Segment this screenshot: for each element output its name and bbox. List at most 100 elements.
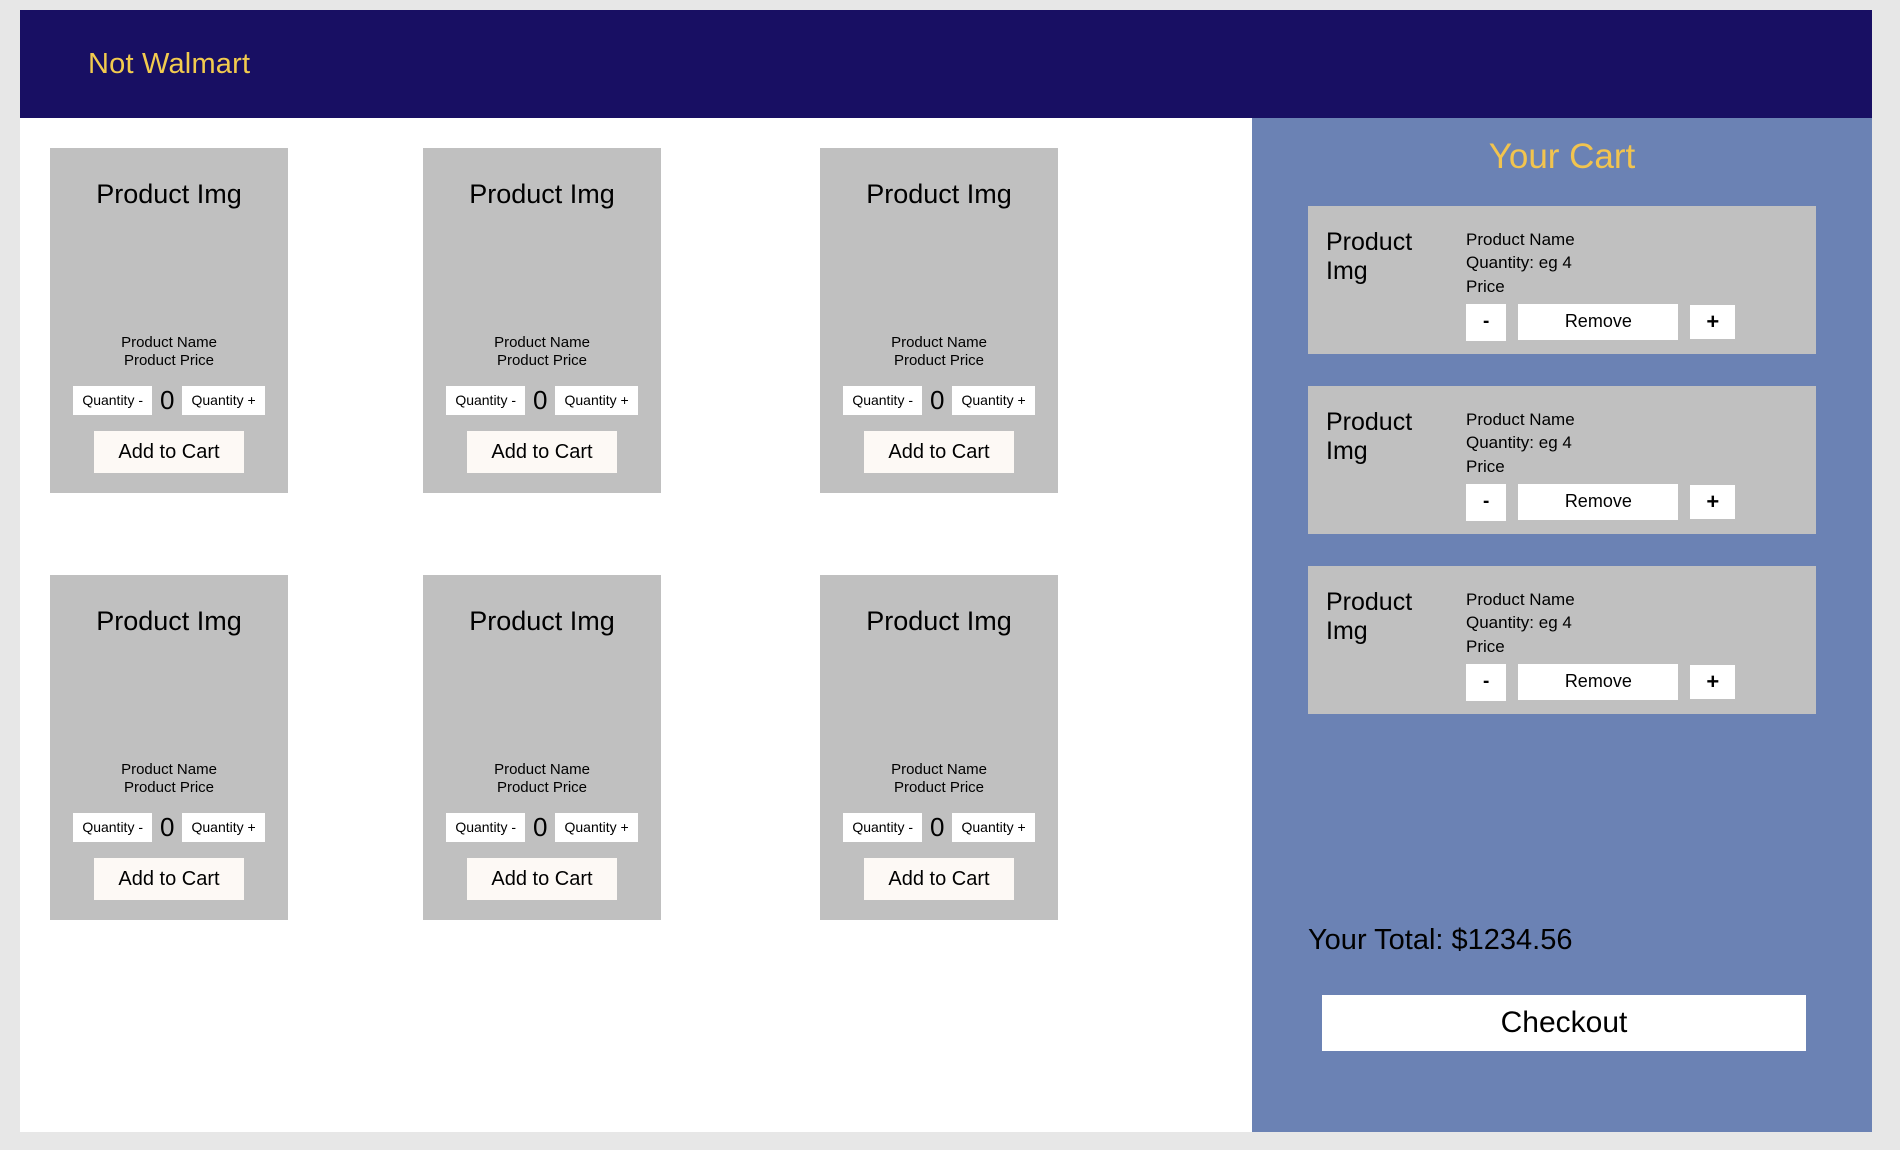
add-to-cart-button[interactable]: Add to Cart [94, 431, 244, 473]
product-name: Product Name [891, 761, 987, 778]
add-to-cart-wrapper: Add to Cart [820, 431, 1058, 473]
product-price: Product Price [496, 778, 588, 796]
site-header: Not Walmart [20, 10, 1872, 118]
product-name: Product Name [494, 761, 590, 778]
product-image-placeholder: Product Img [866, 606, 1012, 636]
quantity-decrement-button[interactable]: Quantity - [73, 813, 153, 842]
product-card[interactable]: Product Img Product Name Product Price Q… [423, 575, 661, 920]
cart-item-quantity: Quantity: eg 4 [1466, 253, 1572, 273]
add-to-cart-button[interactable]: Add to Cart [94, 858, 244, 900]
quantity-stepper: Quantity - 0 Quantity + [423, 386, 661, 415]
product-card[interactable]: Product Img Product Name Product Price Q… [50, 575, 288, 920]
cart-item-image-placeholder: Product Img [1326, 228, 1413, 285]
cart-item-details: Product Name Quantity: eg 4 Price - Remo… [1436, 386, 1816, 521]
cart-total: Your Total: $1234.56 [1308, 924, 1573, 956]
product-image-placeholder: Product Img [866, 179, 1012, 209]
product-card[interactable]: Product Img Product Name Product Price Q… [820, 575, 1058, 920]
product-price: Product Price [123, 778, 215, 796]
cart-remove-button[interactable]: Remove [1518, 664, 1679, 701]
cart-item-actions: - Remove + [1466, 303, 1816, 341]
product-image-placeholder: Product Img [469, 606, 615, 636]
cart-decrement-button[interactable]: - [1466, 483, 1507, 521]
cart-item-price: Price [1466, 276, 1505, 296]
quantity-increment-button[interactable]: Quantity + [555, 813, 638, 842]
add-to-cart-wrapper: Add to Cart [50, 858, 288, 900]
product-meta: Product Name Product Price [423, 334, 661, 369]
product-meta: Product Name Product Price [423, 761, 661, 796]
product-name: Product Name [494, 334, 590, 351]
quantity-decrement-button[interactable]: Quantity - [843, 386, 923, 415]
checkout-button[interactable]: Checkout [1322, 995, 1806, 1051]
cart-remove-button[interactable]: Remove [1518, 304, 1679, 341]
cart-item-price: Price [1466, 636, 1505, 656]
cart-item-image-placeholder: Product Img [1326, 408, 1413, 465]
cart-item-details: Product Name Quantity: eg 4 Price - Remo… [1436, 566, 1816, 701]
cart-item-name: Product Name [1466, 590, 1575, 609]
product-catalog: Product Img Product Name Product Price Q… [20, 118, 1252, 1132]
product-row: Product Img Product Name Product Price Q… [20, 575, 1252, 920]
add-to-cart-button[interactable]: Add to Cart [467, 431, 617, 473]
cart-item-price: Price [1466, 456, 1505, 476]
product-price: Product Price [893, 351, 985, 369]
quantity-increment-button[interactable]: Quantity + [555, 386, 638, 415]
product-image-placeholder: Product Img [96, 606, 242, 636]
quantity-value: 0 [930, 385, 945, 416]
cart-item-name: Product Name [1466, 410, 1575, 429]
product-name: Product Name [891, 334, 987, 351]
quantity-increment-button[interactable]: Quantity + [952, 813, 1035, 842]
cart-remove-button[interactable]: Remove [1518, 484, 1679, 521]
cart-item-list: Product Img Product Name Quantity: eg 4 … [1252, 206, 1872, 746]
product-meta: Product Name Product Price [820, 761, 1058, 796]
add-to-cart-wrapper: Add to Cart [423, 858, 661, 900]
cart-item-image-placeholder: Product Img [1326, 588, 1413, 645]
checkout-wrapper: Checkout [1322, 995, 1806, 1051]
product-meta: Product Name Product Price [50, 761, 288, 796]
quantity-decrement-button[interactable]: Quantity - [73, 386, 153, 415]
add-to-cart-wrapper: Add to Cart [820, 858, 1058, 900]
quantity-decrement-button[interactable]: Quantity - [446, 813, 526, 842]
page-body: Product Img Product Name Product Price Q… [20, 118, 1872, 1132]
product-name: Product Name [121, 761, 217, 778]
cart-item-details: Product Name Quantity: eg 4 Price - Remo… [1436, 206, 1816, 341]
product-card[interactable]: Product Img Product Name Product Price Q… [423, 148, 661, 493]
cart-item-name: Product Name [1466, 230, 1575, 249]
product-card[interactable]: Product Img Product Name Product Price Q… [50, 148, 288, 493]
quantity-decrement-button[interactable]: Quantity - [843, 813, 923, 842]
product-price: Product Price [496, 351, 588, 369]
cart-decrement-button[interactable]: - [1466, 303, 1507, 341]
quantity-value: 0 [160, 812, 175, 843]
quantity-increment-button[interactable]: Quantity + [182, 386, 265, 415]
quantity-increment-button[interactable]: Quantity + [182, 813, 265, 842]
cart-item-quantity: Quantity: eg 4 [1466, 613, 1572, 633]
app-container: Not Walmart Product Img Product Name Pro… [20, 10, 1872, 1132]
quantity-stepper: Quantity - 0 Quantity + [50, 386, 288, 415]
cart-increment-button[interactable]: + [1690, 665, 1736, 700]
cart-item: Product Img Product Name Quantity: eg 4 … [1308, 566, 1816, 714]
product-image-placeholder: Product Img [469, 179, 615, 209]
product-name: Product Name [121, 334, 217, 351]
quantity-value: 0 [930, 812, 945, 843]
brand-logo[interactable]: Not Walmart [88, 49, 250, 79]
cart-item-quantity: Quantity: eg 4 [1466, 433, 1572, 453]
quantity-value: 0 [533, 812, 548, 843]
cart-increment-button[interactable]: + [1690, 305, 1736, 340]
product-card[interactable]: Product Img Product Name Product Price Q… [820, 148, 1058, 493]
cart-decrement-button[interactable]: - [1466, 663, 1507, 701]
product-price: Product Price [123, 351, 215, 369]
product-row: Product Img Product Name Product Price Q… [20, 148, 1252, 493]
cart-item-actions: - Remove + [1466, 663, 1816, 701]
add-to-cart-button[interactable]: Add to Cart [467, 858, 617, 900]
cart-item: Product Img Product Name Quantity: eg 4 … [1308, 206, 1816, 354]
cart-increment-button[interactable]: + [1690, 485, 1736, 520]
quantity-increment-button[interactable]: Quantity + [952, 386, 1035, 415]
quantity-stepper: Quantity - 0 Quantity + [50, 813, 288, 842]
quantity-stepper: Quantity - 0 Quantity + [820, 386, 1058, 415]
add-to-cart-button[interactable]: Add to Cart [864, 431, 1014, 473]
add-to-cart-button[interactable]: Add to Cart [864, 858, 1014, 900]
product-meta: Product Name Product Price [50, 334, 288, 369]
cart-panel: Your Cart Product Img Product Name Quant… [1252, 118, 1872, 1132]
quantity-decrement-button[interactable]: Quantity - [446, 386, 526, 415]
add-to-cart-wrapper: Add to Cart [423, 431, 661, 473]
product-price: Product Price [893, 778, 985, 796]
cart-title: Your Cart [1488, 137, 1636, 176]
